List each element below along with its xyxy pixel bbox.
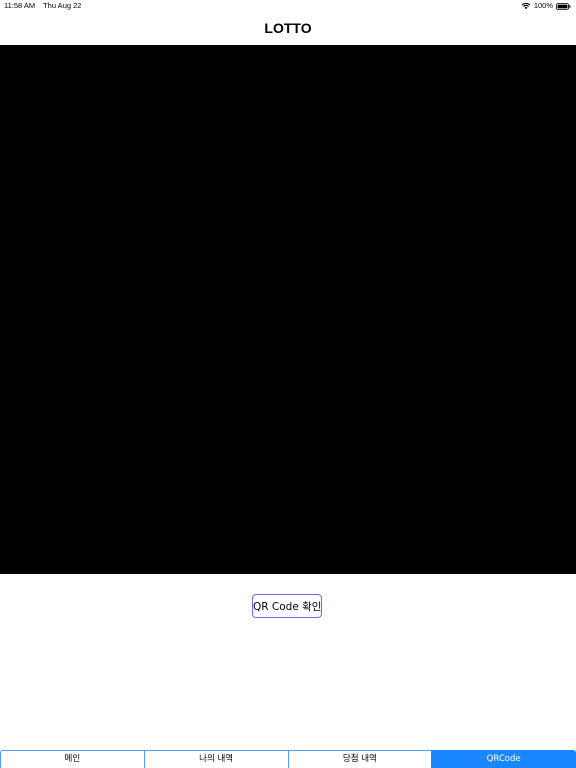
qr-code-check-button[interactable]: QR Code 확인: [252, 594, 322, 618]
wifi-icon: [521, 2, 531, 10]
battery-percent: 100%: [533, 1, 553, 10]
status-bar: 11:58 AM Thu Aug 22 100%: [0, 0, 576, 12]
app-screen: 11:58 AM Thu Aug 22 100% LOTTO QR Code 확…: [0, 0, 576, 768]
status-right: 100%: [521, 0, 571, 12]
battery-icon: [556, 2, 571, 10]
qr-camera-preview[interactable]: [0, 45, 576, 574]
tab-winning-history[interactable]: 당첨 내역: [287, 750, 432, 768]
tab-main[interactable]: 메인: [0, 750, 144, 768]
tab-qrcode[interactable]: QRCode: [431, 750, 576, 768]
tab-bar: 메인 나의 내역 당첨 내역 QRCode: [0, 750, 576, 768]
status-date: Thu Aug 22: [43, 1, 82, 10]
page-title: LOTTO: [264, 20, 312, 36]
status-time: 11:58 AM: [4, 1, 36, 10]
tab-my-history[interactable]: 나의 내역: [143, 750, 288, 768]
status-left: 11:58 AM Thu Aug 22: [4, 0, 87, 12]
